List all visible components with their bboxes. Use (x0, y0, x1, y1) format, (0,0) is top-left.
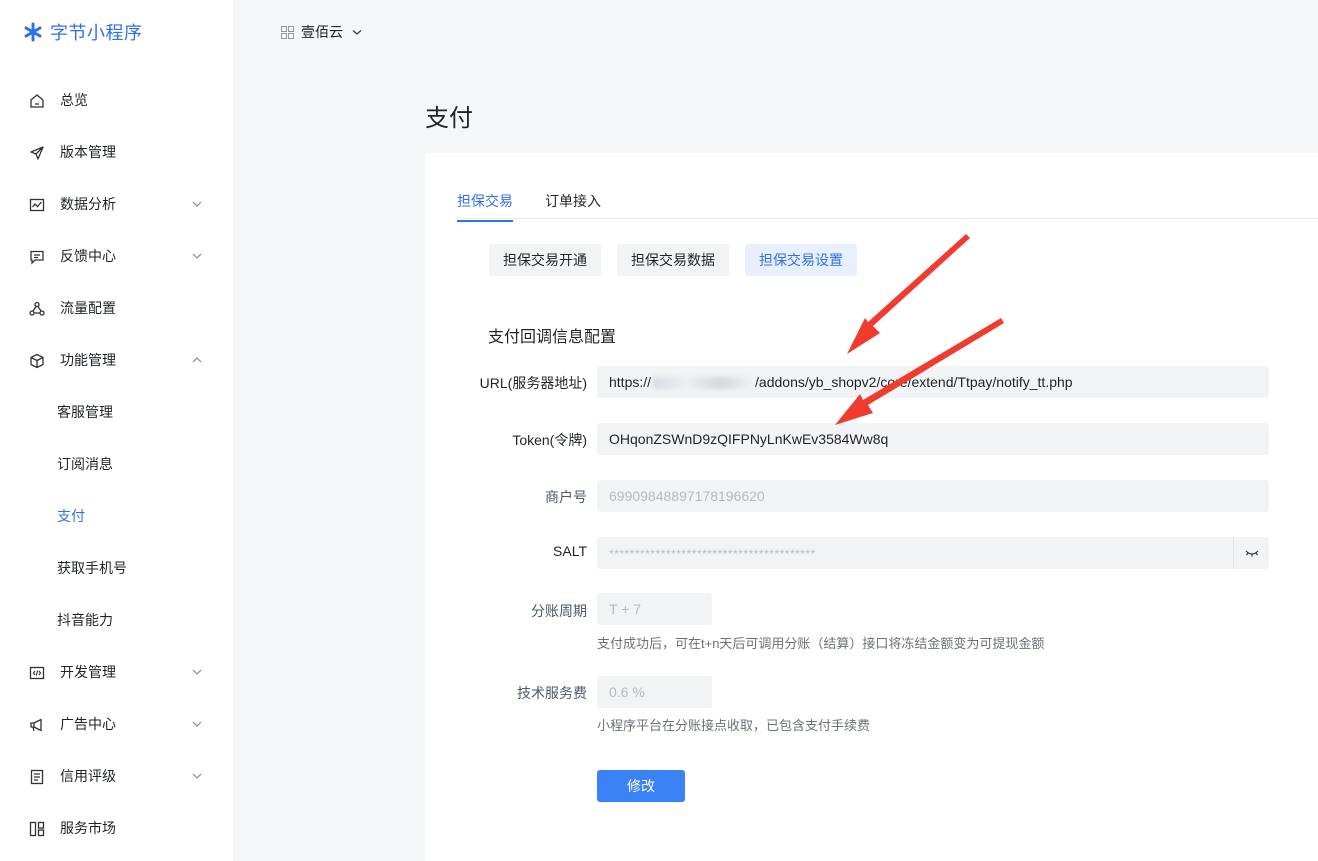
sidebar-item-douyin[interactable]: 抖音能力 (0, 600, 233, 640)
app-name: 壹佰云 (301, 24, 343, 40)
subtab-settings[interactable]: 担保交易设置 (745, 244, 857, 276)
brand-logo[interactable]: 字节小程序 (22, 19, 143, 45)
send-icon (28, 144, 46, 162)
url-field[interactable]: https:// /addons/yb_shopv2/core/extend/Tt… (597, 366, 1269, 398)
chevron-down-icon (192, 721, 202, 727)
url-suffix: /addons/yb_shopv2/core/extend/Ttpay/noti… (755, 374, 1073, 390)
sidebar-item-label: 反馈中心 (60, 248, 116, 264)
redacted-domain (653, 377, 754, 390)
chevron-up-icon (192, 357, 202, 363)
megaphone-icon (28, 716, 46, 734)
chart-icon (28, 196, 46, 214)
sidebar-item-label: 广告中心 (60, 716, 116, 732)
tab-divider (457, 218, 1318, 219)
merchant-field: 69909848897178196620 (597, 480, 1269, 512)
chevron-down-icon (192, 773, 202, 779)
sidebar-item-market[interactable]: 服务市场 (0, 808, 233, 848)
sidebar: 字节小程序 总览 版本管理 数据分析 反馈中心 流量配置 功能管理 客服管理 订… (0, 0, 233, 861)
sidebar-item-ads[interactable]: 广告中心 (0, 704, 233, 744)
url-prefix: https:// (609, 374, 652, 390)
document-icon (28, 768, 46, 786)
settle-label: 分账周期 (531, 603, 587, 619)
sidebar-item-label: 功能管理 (60, 352, 116, 368)
settle-hint: 支付成功后，可在t+n天后可调用分账（结算）接口将冻结金额变为可提现金额 (597, 636, 1045, 651)
message-icon (28, 248, 46, 266)
sidebar-item-customer-service[interactable]: 客服管理 (0, 392, 233, 432)
bytedance-asterisk-icon (24, 22, 42, 42)
share-icon (28, 300, 46, 318)
fee-label: 技术服务费 (517, 685, 587, 701)
sidebar-item-label: 总览 (60, 92, 88, 108)
cube-icon (28, 352, 46, 370)
sidebar-item-label: 信用评级 (60, 768, 116, 784)
sidebar-item-feedback[interactable]: 反馈中心 (0, 236, 233, 276)
sidebar-item-label: 订阅消息 (57, 456, 113, 472)
token-field[interactable]: OHqonZSWnD9zQIFPNyLnKwEv3584Ww8q (597, 423, 1269, 455)
sidebar-item-label: 服务市场 (60, 820, 116, 836)
sidebar-item-label: 版本管理 (60, 144, 116, 160)
token-label: Token(令牌) (512, 432, 587, 448)
fee-hint: 小程序平台在分账接点收取，已包含支付手续费 (597, 718, 871, 733)
sidebar-item-label: 支付 (57, 508, 85, 524)
chevron-down-icon (192, 669, 202, 675)
section-title: 支付回调信息配置 (488, 329, 617, 346)
sidebar-item-payment[interactable]: 支付 (0, 496, 233, 536)
tab-guarantee-trade[interactable]: 担保交易 (457, 191, 513, 222)
subtab-bar: 担保交易开通 担保交易数据 担保交易设置 (489, 244, 857, 276)
sidebar-item-label: 流量配置 (60, 300, 116, 316)
page-title: 支付 (425, 105, 473, 132)
sidebar-item-traffic[interactable]: 流量配置 (0, 288, 233, 328)
settle-field: T + 7 (597, 593, 712, 625)
home-icon (28, 92, 46, 110)
sidebar-item-label: 客服管理 (57, 404, 113, 420)
sidebar-item-label: 获取手机号 (57, 560, 127, 576)
tab-bar: 担保交易 订单接入 (457, 191, 601, 222)
chevron-down-icon (192, 201, 202, 207)
subtab-activate[interactable]: 担保交易开通 (489, 244, 601, 276)
sidebar-item-phone[interactable]: 获取手机号 (0, 548, 233, 588)
sidebar-item-version[interactable]: 版本管理 (0, 132, 233, 172)
payment-card: 担保交易 订单接入 担保交易开通 担保交易数据 担保交易设置 支付回调信息配置 … (425, 153, 1318, 861)
modify-button[interactable]: 修改 (597, 770, 685, 802)
salt-label: SALT (553, 543, 587, 559)
brand-name: 字节小程序 (50, 23, 143, 43)
fee-field: 0.6 % (597, 676, 712, 708)
sidebar-item-label: 开发管理 (60, 664, 116, 680)
sidebar-item-credit[interactable]: 信用评级 (0, 756, 233, 796)
app-grid-icon (281, 25, 294, 39)
eye-closed-icon[interactable] (1233, 537, 1269, 569)
sidebar-item-features[interactable]: 功能管理 (0, 340, 233, 380)
sidebar-item-subscribe[interactable]: 订阅消息 (0, 444, 233, 484)
chevron-down-icon (352, 30, 362, 35)
salt-field: **************************************** (597, 537, 1269, 569)
salt-value: **************************************** (609, 547, 816, 561)
sidebar-item-analytics[interactable]: 数据分析 (0, 184, 233, 224)
chevron-down-icon (192, 253, 202, 259)
sidebar-item-dev[interactable]: 开发管理 (0, 652, 233, 692)
subtab-data[interactable]: 担保交易数据 (617, 244, 729, 276)
app-switcher[interactable]: 壹佰云 (281, 22, 364, 42)
tab-order-access[interactable]: 订单接入 (545, 191, 601, 221)
sidebar-item-label: 数据分析 (60, 196, 116, 212)
code-icon (28, 664, 46, 682)
sidebar-item-overview[interactable]: 总览 (0, 80, 233, 120)
grid-icon (28, 820, 46, 838)
url-label: URL(服务器地址) (479, 375, 587, 391)
sidebar-item-label: 抖音能力 (57, 612, 113, 628)
merchant-label: 商户号 (545, 489, 587, 505)
